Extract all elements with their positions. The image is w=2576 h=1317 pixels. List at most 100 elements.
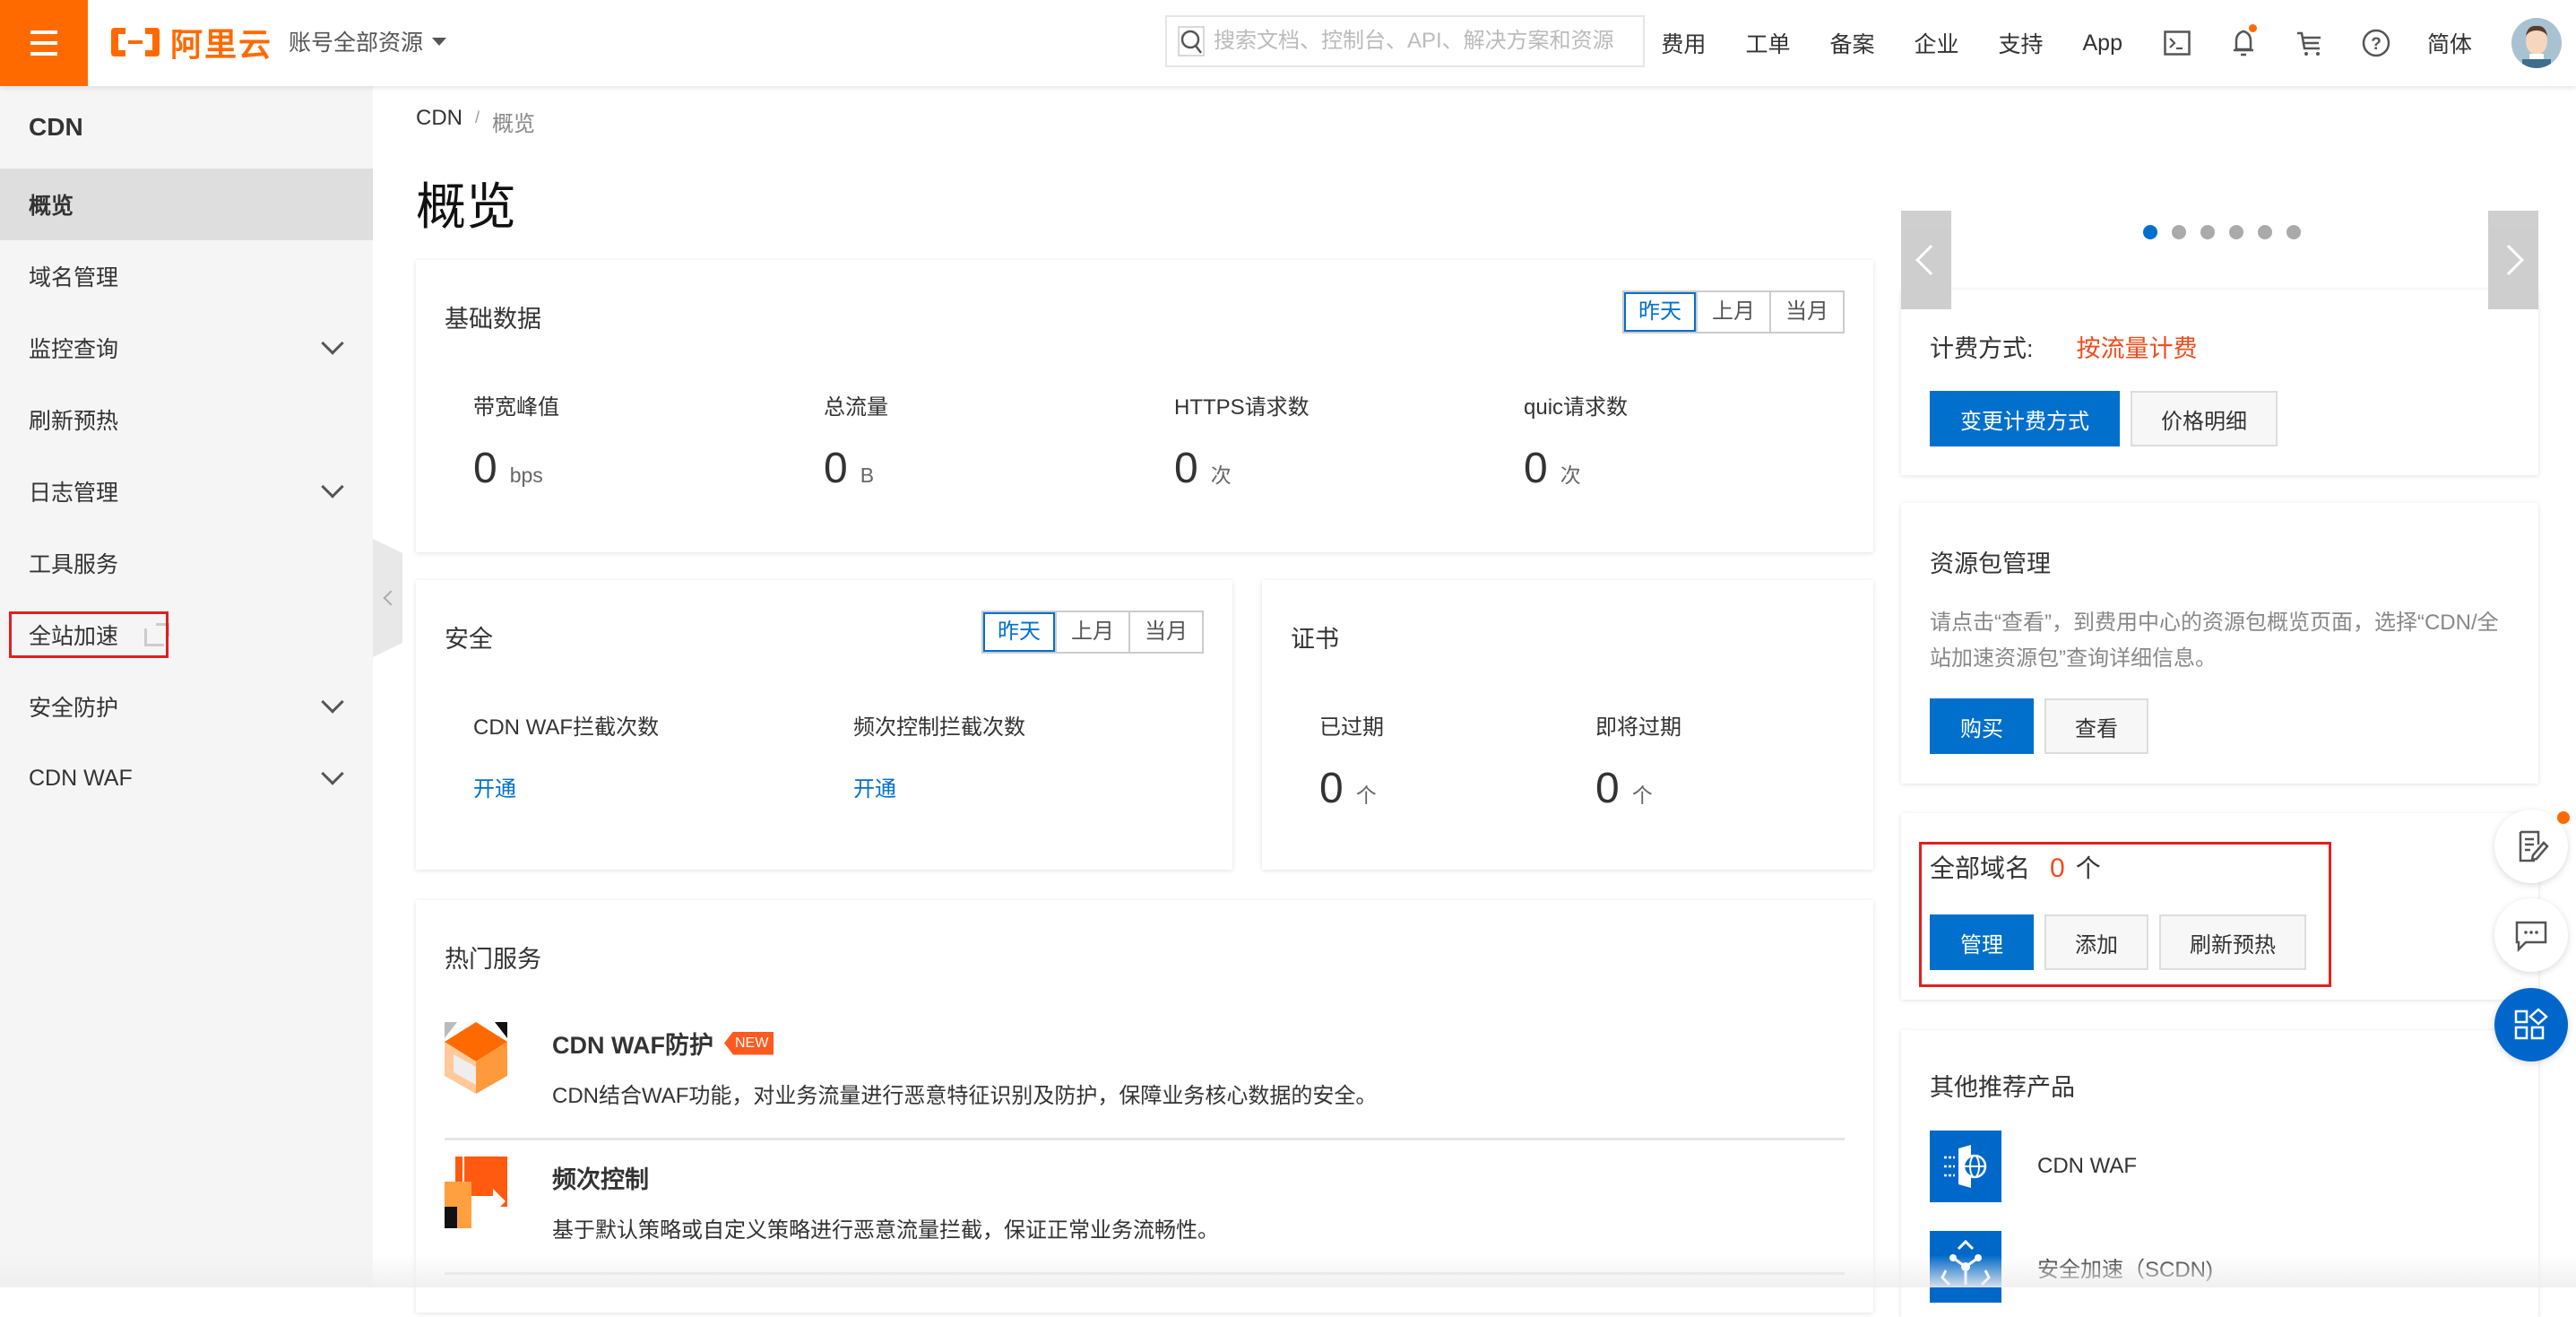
period-this-month[interactable]: 当月 — [1769, 292, 1843, 332]
sidebar-collapse-button[interactable] — [373, 539, 402, 657]
nav-enterprise[interactable]: 企业 — [1914, 27, 1958, 59]
metric-unit: bps — [509, 464, 543, 487]
carousel-prev-button[interactable] — [1901, 211, 1951, 309]
metric-label: HTTPS请求数 — [1174, 395, 1310, 420]
bell-icon[interactable] — [2228, 24, 2259, 58]
carousel-dot[interactable] — [2200, 225, 2215, 239]
sidebar-title: CDN — [29, 113, 83, 141]
nav-billing[interactable]: 费用 — [1661, 27, 1706, 59]
global-search[interactable] — [1165, 15, 1645, 67]
enable-rate-limit-link[interactable]: 开通 — [853, 771, 1025, 802]
period-yesterday[interactable]: 昨天 — [1624, 292, 1696, 332]
nav-tickets[interactable]: 工单 — [1745, 27, 1790, 59]
carousel-next-button[interactable] — [2488, 211, 2538, 309]
apps-grid-icon — [2514, 1008, 2548, 1040]
nav-icp-filing[interactable]: 备案 — [1829, 27, 1874, 59]
enable-waf-link[interactable]: 开通 — [473, 771, 659, 802]
metric-label: 已过期 — [1319, 715, 1384, 740]
metric-expired-certs: 已过期 0个 — [1319, 709, 1384, 813]
view-package-button[interactable]: 查看 — [2044, 698, 2148, 754]
product-name: CDN WAF — [2037, 1154, 2138, 1178]
sidebar-item-refresh-prefetch[interactable]: 刷新预热 — [0, 384, 373, 455]
buy-package-button[interactable]: 购买 — [1930, 698, 2034, 754]
price-details-button[interactable]: 价格明细 — [2131, 391, 2278, 446]
account-resource-selector[interactable]: 账号全部资源 — [289, 25, 447, 57]
sidebar-item-label: 全站加速 — [29, 624, 119, 649]
sidebar-item-security-protection[interactable]: 安全防护 — [0, 671, 373, 742]
change-billing-button[interactable]: 变更计费方式 — [1930, 391, 2120, 446]
notification-dot — [2248, 24, 2257, 32]
sidebar-item-log-management[interactable]: 日志管理 — [0, 455, 373, 527]
sidebar-item-overview[interactable]: 概览 — [0, 169, 373, 240]
chevron-right-icon — [2494, 245, 2524, 275]
account-selector-label: 账号全部资源 — [289, 30, 424, 56]
breadcrumb: CDN / 概览 — [416, 106, 535, 137]
metric-label: CDN WAF拦截次数 — [473, 715, 660, 740]
caret-down-icon — [432, 37, 447, 46]
language-switch[interactable]: 简体 — [2427, 27, 2472, 59]
manage-domains-button[interactable]: 管理 — [1930, 914, 2034, 970]
sidebar-item-domain-management[interactable]: 域名管理 — [0, 240, 373, 312]
carousel-dot[interactable] — [2286, 225, 2301, 239]
sidebar-item-monitoring[interactable]: 监控查询 — [0, 312, 373, 384]
sidebar: CDN 概览 域名管理 监控查询 刷新预热 日志管理 工具服务 全站加速 安全防… — [0, 86, 373, 1287]
all-domains-label: 全部域名 — [1930, 854, 2031, 882]
service-item-rate-limiting[interactable]: 频次控制 基于默认策略或自定义策略进行恶意流量拦截，保证正常业务流畅性。 — [445, 1140, 1845, 1275]
billing-method-value: 按流量计费 — [2076, 335, 2198, 362]
search-icon — [1178, 26, 1205, 56]
breadcrumb-cdn[interactable]: CDN — [416, 106, 462, 137]
period-this-month[interactable]: 当月 — [1128, 612, 1202, 652]
service-description: CDN结合WAF功能，对业务流量进行恶意特征识别及防护，保障业务核心数据的安全。 — [552, 1084, 1378, 1108]
quick-apps-button[interactable] — [2494, 988, 2568, 1061]
metric-unit: 个 — [1631, 784, 1653, 807]
metric-label: 总流量 — [824, 395, 888, 420]
chat-button[interactable] — [2494, 898, 2568, 972]
refresh-prefetch-button[interactable]: 刷新预热 — [2159, 914, 2306, 970]
period-selector: 昨天 上月 当月 — [1622, 290, 1845, 334]
search-input[interactable] — [1214, 29, 1626, 54]
carousel-dot[interactable] — [2143, 225, 2157, 239]
billing-card: 计费方式: 按流量计费 变更计费方式 价格明细 — [1901, 290, 2538, 475]
service-name: CDN WAF防护 — [552, 1032, 713, 1059]
hot-services-card: 热门服务 CDN WAF防护 NEW CDN结合WAF功能，对业务流量进行恶意特… — [416, 900, 1873, 1313]
waf-globe-icon — [1930, 1131, 2001, 1202]
security-card: 安全 昨天 上月 当月 CDN WAF拦截次数 开通 频次控制拦截次数 开通 — [416, 580, 1232, 870]
nav-app[interactable]: App — [2083, 30, 2122, 56]
feedback-button[interactable] — [2494, 810, 2570, 883]
period-selector: 昨天 上月 当月 — [981, 611, 1204, 654]
add-domain-button[interactable]: 添加 — [2044, 914, 2148, 970]
aliyun-logo[interactable]: 阿里云 — [109, 22, 272, 63]
promo-carousel — [1901, 211, 2538, 309]
product-scdn[interactable]: 安全加速（SCDN) — [1930, 1231, 2213, 1303]
service-item-cdn-waf[interactable]: CDN WAF防护 NEW CDN结合WAF功能，对业务流量进行恶意特征识别及防… — [445, 1006, 1845, 1140]
chevron-down-icon — [321, 762, 344, 785]
sidebar-item-label: 域名管理 — [29, 265, 119, 290]
menu-button[interactable] — [0, 0, 88, 86]
metric-total-traffic: 总流量 0B — [824, 389, 888, 493]
nav-support[interactable]: 支持 — [1998, 27, 2043, 59]
period-last-month[interactable]: 上月 — [1055, 612, 1128, 652]
rate-limit-icon — [445, 1157, 507, 1228]
user-avatar[interactable] — [2511, 18, 2562, 68]
carousel-dot[interactable] — [2229, 225, 2243, 239]
carousel-dot[interactable] — [2172, 225, 2186, 239]
scdn-network-icon — [1930, 1231, 2001, 1303]
terminal-icon[interactable] — [2162, 28, 2192, 58]
sidebar-item-cdn-waf[interactable]: CDN WAF — [0, 742, 373, 814]
product-cdn-waf[interactable]: CDN WAF — [1930, 1131, 2137, 1202]
metric-unit: B — [860, 464, 875, 487]
period-yesterday[interactable]: 昨天 — [983, 612, 1055, 652]
carousel-dot[interactable] — [2258, 225, 2272, 239]
sidebar-item-label: 安全防护 — [29, 696, 119, 721]
metric-value: 0 — [824, 445, 848, 492]
sidebar-item-dcdn[interactable]: 全站加速 — [0, 599, 373, 671]
chevron-left-icon — [1915, 245, 1946, 275]
sidebar-item-label: 刷新预热 — [29, 409, 119, 434]
basic-data-card: 基础数据 昨天 上月 当月 带宽峰值 0 bps 总流量 0B HTTPS请求数 … — [416, 260, 1873, 552]
period-last-month[interactable]: 上月 — [1696, 292, 1769, 332]
domain-count[interactable]: 0 — [2050, 853, 2065, 884]
help-icon[interactable]: ? — [2361, 28, 2391, 58]
metric-rate-limit-blocks: 频次控制拦截次数 开通 — [853, 709, 1025, 802]
sidebar-item-tools[interactable]: 工具服务 — [0, 527, 373, 599]
cart-icon[interactable] — [2295, 28, 2325, 58]
